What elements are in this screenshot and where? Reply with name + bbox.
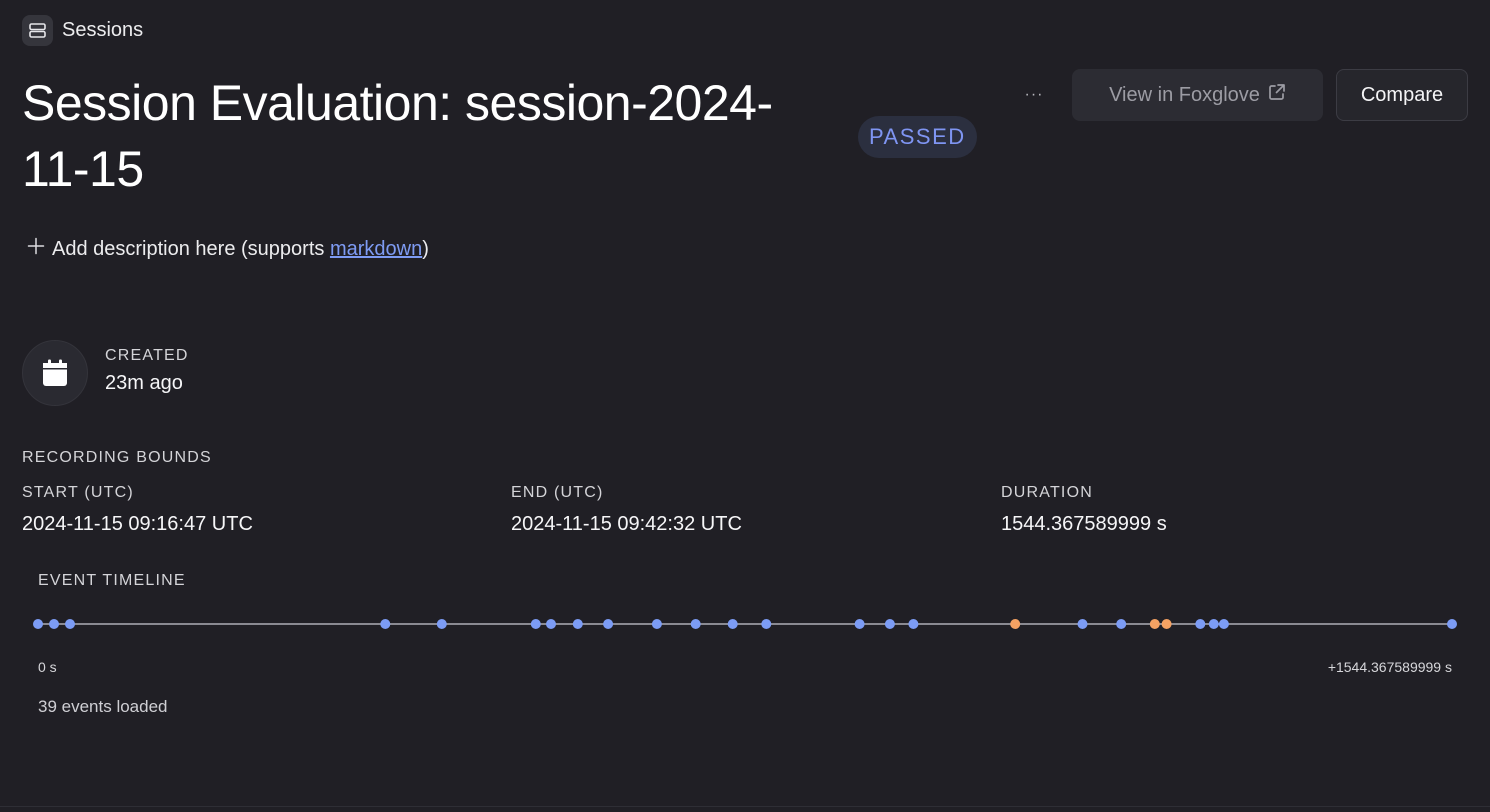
timeline-event-marker[interactable] xyxy=(1218,619,1229,629)
start-utc-value: 2024-11-15 09:16:47 UTC xyxy=(22,513,253,535)
add-description-prefix: Add description here (supports xyxy=(52,237,330,260)
timeline-event-marker[interactable] xyxy=(1077,619,1088,629)
server-stack-icon xyxy=(22,15,53,46)
timeline-event-marker[interactable] xyxy=(49,619,59,629)
view-in-foxglove-label: View in Foxglove xyxy=(1109,83,1260,106)
timeline-event-marker[interactable] xyxy=(436,619,447,629)
status-badge: PASSED xyxy=(858,116,977,158)
breadcrumb[interactable]: Sessions xyxy=(22,15,143,46)
timeline-event-marker[interactable] xyxy=(1116,619,1127,629)
add-description-text: Add description here (supports markdown) xyxy=(52,238,429,261)
timeline-event-marker[interactable] xyxy=(1195,619,1206,629)
calendar-icon xyxy=(22,340,88,406)
duration-label: DURATION xyxy=(1001,484,1093,501)
created-label: CREATED xyxy=(105,347,189,364)
timeline-event-marker[interactable] xyxy=(33,619,43,629)
timeline-event-marker-warning[interactable] xyxy=(1149,619,1160,629)
events-loaded-count: 39 events loaded xyxy=(38,697,168,716)
duration-value: 1544.367589999 s xyxy=(1001,513,1167,535)
view-in-foxglove-button[interactable]: View in Foxglove xyxy=(1072,69,1323,121)
end-utc-value: 2024-11-15 09:42:32 UTC xyxy=(511,513,742,535)
compare-button[interactable]: Compare xyxy=(1336,69,1468,121)
start-utc-label: START (UTC) xyxy=(22,484,134,501)
timeline-event-marker[interactable] xyxy=(908,619,919,629)
timeline-event-marker[interactable] xyxy=(1447,619,1457,629)
markdown-link[interactable]: markdown xyxy=(330,238,422,260)
breadcrumb-sessions-label[interactable]: Sessions xyxy=(62,19,143,42)
timeline-event-marker[interactable] xyxy=(572,619,583,629)
plus-icon xyxy=(27,237,45,261)
timeline-start-tick: 0 s xyxy=(38,659,57,675)
timeline-event-marker[interactable] xyxy=(603,619,614,629)
timeline-event-marker-warning[interactable] xyxy=(1010,619,1021,629)
timeline-event-marker[interactable] xyxy=(651,619,662,629)
recording-bounds-heading: RECORDING BOUNDS xyxy=(22,449,212,466)
timeline-event-marker[interactable] xyxy=(380,619,391,629)
timeline-event-marker[interactable] xyxy=(854,619,865,629)
event-timeline[interactable] xyxy=(0,600,1490,648)
end-utc-label: END (UTC) xyxy=(511,484,604,501)
timeline-event-marker[interactable] xyxy=(546,619,556,629)
timeline-event-marker[interactable] xyxy=(690,619,701,629)
more-options-button[interactable]: ··· xyxy=(1018,80,1050,110)
divider xyxy=(0,806,1490,807)
external-link-icon xyxy=(1268,83,1286,107)
add-description-suffix: ) xyxy=(422,237,429,260)
timeline-event-marker[interactable] xyxy=(761,619,772,629)
timeline-event-marker[interactable] xyxy=(884,619,895,629)
timeline-event-marker[interactable] xyxy=(65,619,75,629)
timeline-event-marker[interactable] xyxy=(727,619,738,629)
timeline-event-marker-warning[interactable] xyxy=(1161,619,1172,629)
page-title: Session Evaluation: session-2024-11-15 xyxy=(22,75,773,197)
event-timeline-heading: EVENT TIMELINE xyxy=(38,572,186,589)
timeline-event-marker[interactable] xyxy=(530,619,541,629)
timeline-event-marker[interactable] xyxy=(1208,619,1219,629)
add-description-button[interactable]: Add description here (supports markdown) xyxy=(27,237,429,261)
created-value: 23m ago xyxy=(105,372,183,394)
session-evaluation-page: Sessions Session Evaluation: session-202… xyxy=(0,0,1490,812)
timeline-end-tick: +1544.367589999 s xyxy=(1327,659,1452,675)
